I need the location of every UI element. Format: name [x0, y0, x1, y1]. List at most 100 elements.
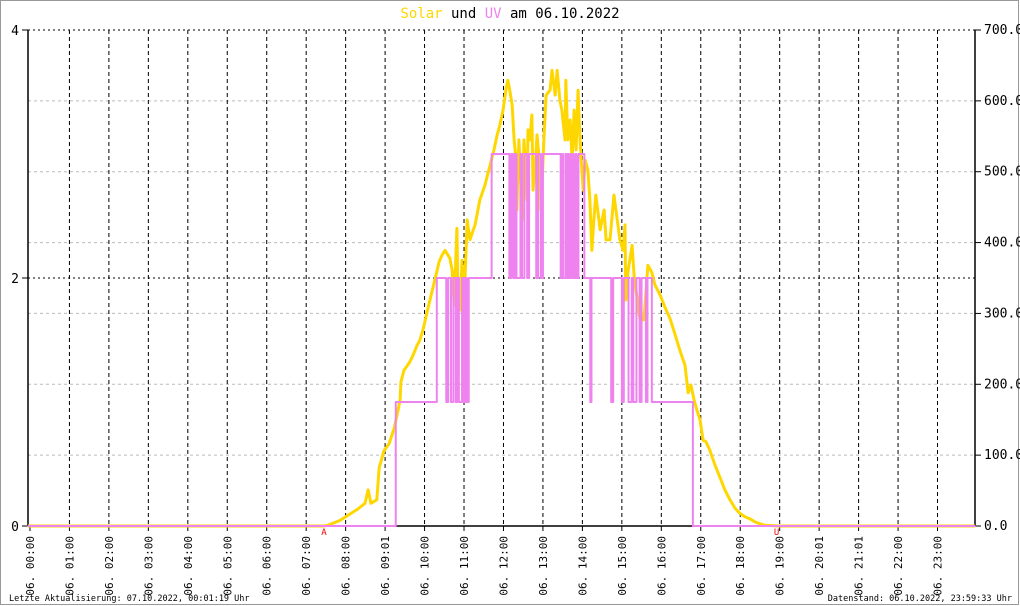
- data-point-solar: [684, 364, 686, 366]
- data-point-solar: [523, 139, 525, 141]
- data-point-solar: [339, 519, 341, 521]
- data-point-uv: [452, 277, 454, 279]
- data-point-uv: [535, 277, 537, 279]
- x-axis-tick-label: 06. 04:00: [182, 536, 195, 596]
- title-uv: UV: [485, 6, 502, 22]
- x-axis-tick-label: 06. 09:01: [379, 536, 392, 596]
- data-point-uv: [621, 401, 623, 403]
- data-point-uv: [631, 277, 633, 279]
- data-point-solar: [564, 139, 566, 141]
- data-point-solar: [577, 89, 579, 91]
- data-point-solar: [759, 523, 761, 525]
- data-point-solar: [435, 274, 437, 276]
- data-point-solar: [456, 227, 458, 229]
- data-point-uv: [515, 277, 518, 279]
- data-point-solar: [531, 114, 533, 116]
- x-axis-tick-label: 06. 00:00: [24, 536, 37, 596]
- right-axis-tick-label: 400.0: [984, 236, 1020, 251]
- data-point-solar: [543, 134, 545, 136]
- data-point-solar: [705, 441, 707, 443]
- last-update-text: Letzte Aktualisierung: 07.10.2022, 00:01…: [9, 594, 250, 604]
- data-point-solar: [687, 392, 689, 394]
- data-point-solar: [499, 124, 501, 126]
- data-point-uv: [526, 277, 528, 279]
- data-point-solar: [412, 354, 414, 356]
- data-point-solar: [589, 199, 591, 201]
- right-axis-tick-label: 600.0: [984, 94, 1020, 109]
- left-axis-tick-label: 0: [11, 520, 19, 535]
- x-axis-tick-label: 06. 03:00: [142, 536, 155, 596]
- data-point-uv: [632, 401, 634, 403]
- data-point-uv: [510, 153, 512, 155]
- data-point-uv: [589, 401, 591, 403]
- data-point-uv: [455, 401, 457, 403]
- data-point-solar: [545, 94, 547, 96]
- data-point-solar: [556, 69, 558, 71]
- data-point-uv: [627, 401, 630, 403]
- data-point-solar: [669, 317, 671, 319]
- data-point-solar: [474, 224, 476, 226]
- right-axis-tick-label: 500.0: [984, 165, 1020, 180]
- data-point-uv: [974, 525, 976, 527]
- x-axis-tick-label: 06. 08:00: [340, 536, 353, 596]
- data-point-solar: [659, 294, 661, 296]
- data-point-solar: [744, 516, 746, 518]
- data-point-solar: [444, 249, 446, 251]
- data-point-solar: [518, 139, 520, 141]
- data-point-solar: [573, 109, 575, 111]
- title-und: und: [443, 6, 485, 22]
- data-point-uv: [436, 277, 438, 279]
- data-point-solar: [693, 399, 695, 401]
- data-point-uv: [623, 277, 625, 279]
- data-point-uv: [560, 277, 562, 279]
- data-point-solar: [451, 269, 453, 271]
- data-point-uv: [395, 401, 397, 403]
- data-point-uv: [540, 277, 542, 279]
- data-point-uv: [640, 277, 643, 279]
- data-point-solar: [376, 499, 378, 501]
- data-point-solar: [559, 99, 561, 101]
- title-solar: Solar: [400, 6, 442, 22]
- data-point-solar: [624, 224, 626, 226]
- data-point-solar: [416, 344, 418, 346]
- data-point-solar: [702, 439, 704, 441]
- data-point-solar: [493, 149, 495, 151]
- data-point-uv: [523, 153, 525, 155]
- data-point-uv: [566, 277, 568, 279]
- data-point-solar: [432, 287, 434, 289]
- data-point-solar: [532, 189, 534, 191]
- data-point-uv: [508, 277, 510, 279]
- data-point-solar: [696, 409, 698, 411]
- x-axis-tick-label: 06. 15:00: [616, 536, 629, 596]
- data-point-solar: [364, 502, 366, 504]
- data-point-uv: [651, 401, 653, 403]
- data-point-solar: [599, 229, 601, 231]
- x-axis-tick-label: 06. 10:00: [419, 536, 432, 596]
- x-axis-tick-label: 06. 23:00: [932, 536, 945, 596]
- data-point-solar: [569, 119, 571, 121]
- x-axis-tick-label: 06. 16:00: [655, 536, 668, 596]
- data-point-solar: [754, 521, 756, 523]
- data-point-solar: [631, 244, 633, 247]
- data-point-uv: [572, 277, 574, 279]
- data-point-uv: [590, 277, 593, 279]
- data-point-solar: [513, 139, 515, 141]
- right-axis-tick-label: 300.0: [984, 306, 1020, 321]
- chart-container: 0.0 100.0 200.0 300.0 400.0 500.0 600.0 700.0 0 2…: [0, 0, 1020, 606]
- data-point-solar: [699, 419, 701, 421]
- data-point-uv: [542, 153, 544, 155]
- data-point-solar: [466, 219, 468, 221]
- data-point-solar: [575, 149, 577, 151]
- data-point-solar: [484, 184, 486, 186]
- data-point-solar: [461, 259, 463, 261]
- data-point-solar: [591, 249, 593, 251]
- data-point-uv: [577, 153, 580, 155]
- data-point-solar: [643, 319, 645, 321]
- data-point-solar: [536, 134, 538, 136]
- data-point-uv: [512, 277, 514, 279]
- data-point-uv: [461, 277, 463, 279]
- data-point-uv: [458, 401, 460, 403]
- data-point-uv: [571, 153, 573, 155]
- data-point-solar: [427, 307, 429, 309]
- data-point-solar: [422, 329, 424, 331]
